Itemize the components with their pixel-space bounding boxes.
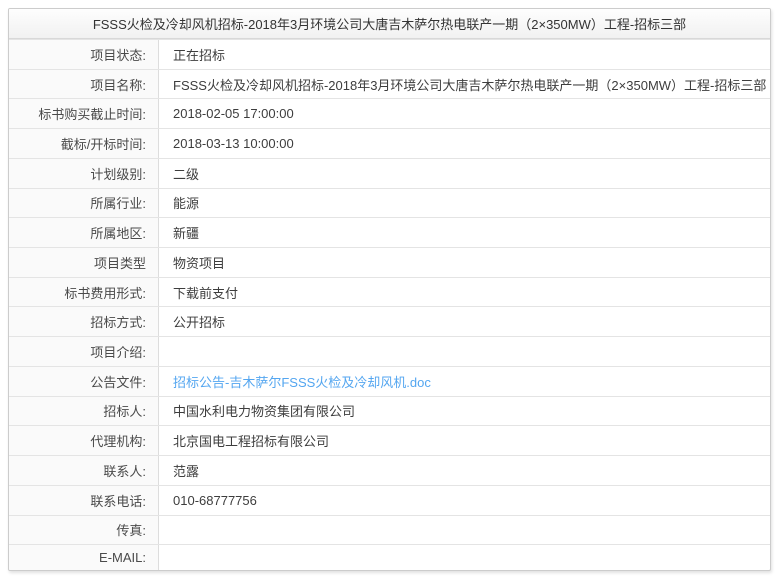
row-label: 所属行业: <box>9 189 159 218</box>
table-title: FSSS火检及冷却风机招标-2018年3月环境公司大唐吉木萨尔热电联产一期（2×… <box>9 9 770 39</box>
row-label: 截标/开标时间: <box>9 129 159 158</box>
table-row-email: E-MAIL: <box>9 544 770 570</box>
row-value: 公开招标 <box>159 307 770 336</box>
row-value: 能源 <box>159 189 770 218</box>
row-label: 计划级别: <box>9 159 159 188</box>
table-row-bid-doc-purchase-deadline: 标书购买截止时间: 2018-02-05 17:00:00 <box>9 98 770 128</box>
row-value: FSSS火检及冷却风机招标-2018年3月环境公司大唐吉木萨尔热电联产一期（2×… <box>159 70 770 99</box>
announcement-file-link[interactable]: 招标公告-吉木萨尔FSSS火检及冷却风机.doc <box>173 372 431 391</box>
table-row-project-status: 项目状态: 正在招标 <box>9 39 770 69</box>
table-row-industry: 所属行业: 能源 <box>9 188 770 218</box>
row-label: 项目状态: <box>9 40 159 69</box>
row-label: 招标人: <box>9 397 159 426</box>
row-value <box>159 516 770 545</box>
table-row-tender-method: 招标方式: 公开招标 <box>9 306 770 336</box>
row-label: 项目类型 <box>9 248 159 277</box>
row-value <box>159 545 770 570</box>
row-label: 代理机构: <box>9 426 159 455</box>
table-row-project-intro: 项目介绍: <box>9 336 770 366</box>
table-row-region: 所属地区: 新疆 <box>9 217 770 247</box>
table-row-contact-person: 联系人: 范露 <box>9 455 770 485</box>
row-value <box>159 337 770 366</box>
row-value: 中国水利电力物资集团有限公司 <box>159 397 770 426</box>
row-value: 招标公告-吉木萨尔FSSS火检及冷却风机.doc <box>159 367 770 396</box>
row-value: 下载前支付 <box>159 278 770 307</box>
row-value: 范露 <box>159 456 770 485</box>
table-row-project-name: 项目名称: FSSS火检及冷却风机招标-2018年3月环境公司大唐吉木萨尔热电联… <box>9 69 770 99</box>
row-value: 北京国电工程招标有限公司 <box>159 426 770 455</box>
row-label: 公告文件: <box>9 367 159 396</box>
row-label: 传真: <box>9 516 159 545</box>
table-row-plan-level: 计划级别: 二级 <box>9 158 770 188</box>
row-label: 联系人: <box>9 456 159 485</box>
row-value: 010-68777756 <box>159 486 770 515</box>
row-value: 二级 <box>159 159 770 188</box>
row-value: 物资项目 <box>159 248 770 277</box>
table-row-project-type: 项目类型 物资项目 <box>9 247 770 277</box>
table-row-bid-opening-time: 截标/开标时间: 2018-03-13 10:00:00 <box>9 128 770 158</box>
row-label: E-MAIL: <box>9 545 159 570</box>
row-label: 标书购买截止时间: <box>9 99 159 128</box>
row-label: 联系电话: <box>9 486 159 515</box>
table-row-announcement-file: 公告文件: 招标公告-吉木萨尔FSSS火检及冷却风机.doc <box>9 366 770 396</box>
row-value: 正在招标 <box>159 40 770 69</box>
table-row-contact-phone: 联系电话: 010-68777756 <box>9 485 770 515</box>
row-label: 项目介绍: <box>9 337 159 366</box>
row-label: 项目名称: <box>9 70 159 99</box>
row-value: 新疆 <box>159 218 770 247</box>
table-row-agency: 代理机构: 北京国电工程招标有限公司 <box>9 425 770 455</box>
table-row-tenderer: 招标人: 中国水利电力物资集团有限公司 <box>9 396 770 426</box>
row-value: 2018-02-05 17:00:00 <box>159 99 770 128</box>
row-label: 所属地区: <box>9 218 159 247</box>
row-label: 招标方式: <box>9 307 159 336</box>
tender-detail-table: FSSS火检及冷却风机招标-2018年3月环境公司大唐吉木萨尔热电联产一期（2×… <box>8 8 771 571</box>
row-value: 2018-03-13 10:00:00 <box>159 129 770 158</box>
row-label: 标书费用形式: <box>9 278 159 307</box>
table-row-bid-doc-fee-form: 标书费用形式: 下载前支付 <box>9 277 770 307</box>
table-row-fax: 传真: <box>9 515 770 545</box>
